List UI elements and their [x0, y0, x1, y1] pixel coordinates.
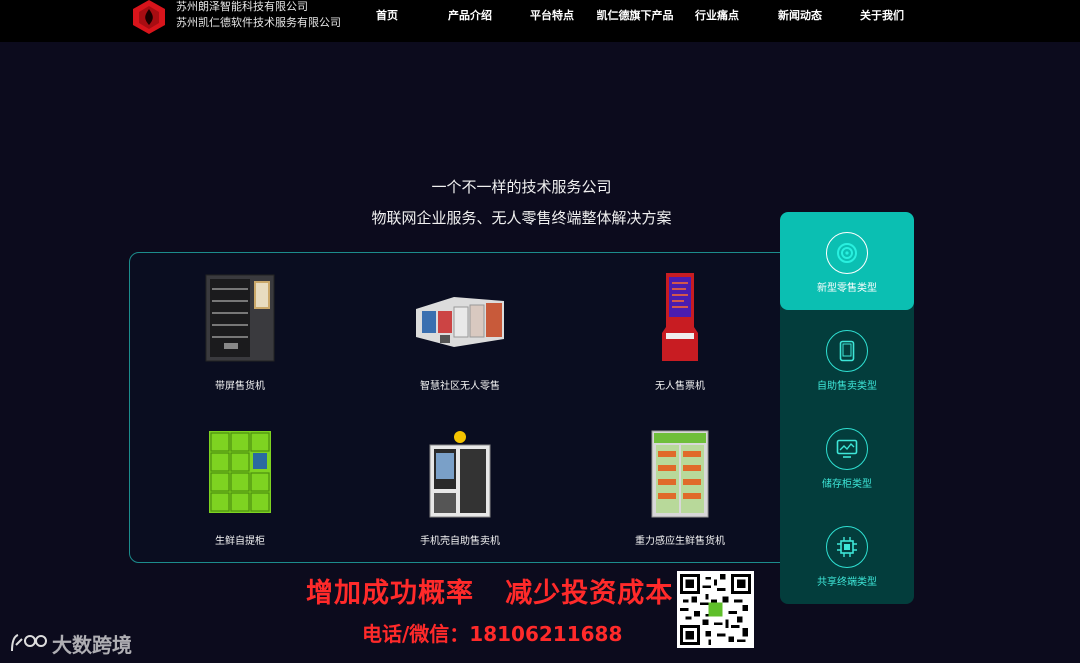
hero-slogan-1: 一个不一样的技术服务公司: [431, 178, 612, 196]
pickup-locker-icon: [209, 431, 271, 513]
nav-news[interactable]: 新闻动态: [778, 7, 822, 23]
product-card-gravity-fresh-vending[interactable]: [590, 429, 770, 519]
nav-brand-products[interactable]: 凯仁德旗下产品: [597, 7, 674, 23]
product-label-4: 生鲜自提柜: [215, 536, 265, 547]
company-names: 苏州朗泽智能科技有限公司 苏州凯仁德软件技术服务有限公司: [176, 0, 341, 31]
top-header: 苏州朗泽智能科技有限公司 苏州凯仁德软件技术服务有限公司 首页 产品介绍 平台特…: [0, 0, 1080, 42]
product-card-fresh-locker[interactable]: [150, 429, 330, 515]
company-logo-icon[interactable]: [131, 0, 167, 34]
watermark: 大数跨境: [8, 628, 132, 658]
side-item-shared-terminal[interactable]: 共享终端类型: [780, 506, 914, 604]
phone-case-machine-icon: [429, 431, 491, 518]
monitor-chart-icon: [826, 428, 868, 470]
product-card-community-retail[interactable]: [370, 291, 550, 351]
tablet-icon: [826, 330, 868, 372]
target-icon: [826, 232, 868, 274]
side-item-storage-locker[interactable]: 储存柜类型: [780, 408, 914, 506]
nav-home[interactable]: 首页: [376, 7, 398, 23]
product-card-phone-case-vending[interactable]: [370, 429, 550, 519]
product-label-6: 重力感应生鲜售货机: [635, 536, 725, 547]
side-item-self-service[interactable]: 自助售卖类型: [780, 310, 914, 408]
company-name-2: 苏州凯仁德软件技术服务有限公司: [176, 16, 341, 29]
side-item-new-retail[interactable]: 新型零售类型: [780, 212, 914, 310]
product-panel: 带屏售货机 智慧社区无人零售 无人售票机 生鲜自提柜 手机壳自助售卖机 重力感应…: [129, 252, 799, 563]
ticket-machine-icon: [662, 273, 698, 361]
company-name-1: 苏州朗泽智能科技有限公司: [176, 0, 308, 13]
retail-kiosk-icon: [416, 297, 504, 347]
product-card-ticket-machine[interactable]: [590, 271, 770, 363]
product-label-5: 手机壳自助售卖机: [420, 536, 500, 547]
side-label-storage-locker: 储存柜类型: [822, 479, 872, 490]
category-side-menu: 新型零售类型 自助售卖类型 储存柜类型 共享终端类型: [780, 212, 914, 604]
promo-phone: 电话/微信：18106211688: [362, 622, 623, 646]
fresh-fridge-icon: [651, 430, 709, 518]
nav-industry-pain-points[interactable]: 行业痛点: [695, 7, 739, 23]
product-card-screen-vending[interactable]: [150, 273, 330, 363]
watermark-text: 大数跨境: [52, 632, 132, 657]
product-label-2: 智慧社区无人零售: [420, 381, 500, 392]
nav-about[interactable]: 关于我们: [860, 7, 904, 23]
side-label-self-service: 自助售卖类型: [817, 381, 877, 392]
vending-machine-icon: [205, 274, 275, 362]
chip-icon: [826, 526, 868, 568]
watermark-logo-icon: [11, 634, 47, 652]
product-label-1: 带屏售货机: [215, 381, 265, 392]
nav-platform-features[interactable]: 平台特点: [530, 7, 574, 23]
product-label-3: 无人售票机: [655, 381, 705, 392]
side-label-shared-terminal: 共享终端类型: [817, 577, 877, 588]
nav-products[interactable]: 产品介绍: [448, 7, 492, 23]
side-label-new-retail: 新型零售类型: [817, 283, 877, 294]
promo-slogan: 增加成功概率 减少投资成本: [306, 578, 674, 609]
qr-code-icon[interactable]: [677, 571, 754, 648]
